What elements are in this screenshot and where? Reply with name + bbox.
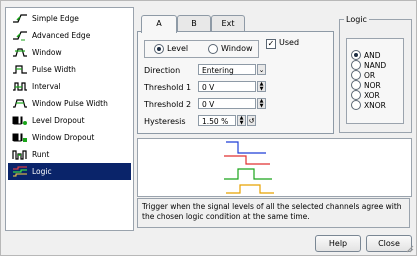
- mode-level-label: Level: [167, 44, 189, 53]
- trigger-item-interval[interactable]: Interval: [8, 78, 131, 95]
- trigger-item-label: Interval: [32, 82, 61, 91]
- waveform-preview: [137, 138, 412, 197]
- window-dropout-icon: [12, 133, 27, 142]
- trace-c: [224, 168, 272, 180]
- advanced-edge-icon: [13, 31, 27, 41]
- logic-option-or[interactable]: OR: [351, 70, 375, 80]
- direction-select[interactable]: Entering: [198, 64, 256, 75]
- reset-icon[interactable]: ↺: [247, 115, 256, 126]
- used-label: Used: [279, 38, 300, 47]
- tab-a[interactable]: A: [141, 15, 177, 33]
- trigger-item-runt[interactable]: Runt: [8, 146, 131, 163]
- hysteresis-value: 1.50 %: [202, 117, 229, 126]
- threshold1-value: 0 V: [202, 83, 215, 92]
- trigger-item-label: Level Dropout: [32, 116, 85, 125]
- threshold2-spinner[interactable]: ▲ ▼: [257, 98, 266, 109]
- trigger-item-label: Window: [32, 48, 62, 57]
- threshold1-input[interactable]: 0 V: [198, 81, 256, 92]
- mode-level-radio[interactable]: [154, 44, 164, 54]
- logic-option-nor[interactable]: NOR: [351, 80, 381, 90]
- logic-option-label: NAND: [364, 60, 387, 70]
- mode-window-radio[interactable]: [208, 44, 218, 54]
- trigger-item-label: Runt: [32, 150, 50, 159]
- pulse-width-icon: [13, 65, 27, 74]
- trigger-item-pulse-width[interactable]: Pulse Width: [8, 61, 131, 78]
- trigger-item-window-dropout[interactable]: Window Dropout: [8, 129, 131, 146]
- simple-edge-icon: [13, 14, 27, 23]
- window-icon: [13, 48, 27, 57]
- logic-option-label: NOR: [364, 80, 381, 90]
- threshold2-input[interactable]: 0 V: [198, 98, 256, 109]
- threshold1-spinner[interactable]: ▲ ▼: [257, 81, 266, 92]
- interval-icon: [13, 82, 27, 91]
- logic-option-and[interactable]: AND: [351, 50, 381, 60]
- trigger-item-simple-edge[interactable]: Simple Edge: [8, 10, 131, 27]
- logic-icon: [13, 166, 27, 177]
- logic-option-xor[interactable]: XOR: [351, 90, 380, 100]
- and-radio[interactable]: [351, 50, 361, 60]
- logic-option-nand[interactable]: NAND: [351, 60, 386, 70]
- used-checkbox[interactable]: ✓: [266, 39, 276, 49]
- xor-radio[interactable]: [351, 90, 361, 100]
- chevron-down-icon[interactable]: ⌄: [257, 64, 266, 75]
- window-pulse-width-icon: [13, 99, 27, 108]
- help-button[interactable]: Help: [315, 235, 361, 252]
- direction-label: Direction: [144, 66, 181, 75]
- trigger-dialog: Simple Edge Advanced Edge Window Pulse W…: [0, 0, 417, 256]
- hysteresis-label: Hysteresis: [144, 117, 186, 126]
- logic-option-label: XNOR: [364, 100, 386, 110]
- resize-grip-icon[interactable]: [406, 245, 414, 253]
- logic-option-label: OR: [364, 70, 376, 80]
- trigger-item-label: Pulse Width: [32, 65, 76, 74]
- runt-icon: [12, 150, 27, 160]
- trigger-item-window-pulse-width[interactable]: Window Pulse Width: [8, 95, 131, 112]
- trigger-item-label: Window Pulse Width: [32, 99, 108, 108]
- tab-ext[interactable]: Ext: [211, 15, 245, 32]
- logic-option-label: XOR: [364, 90, 380, 100]
- trigger-item-label: Window Dropout: [32, 133, 95, 142]
- level-dropout-icon: [12, 116, 27, 125]
- trace-b: [224, 155, 270, 165]
- mode-group: Level Window: [144, 40, 259, 58]
- trigger-item-level-dropout[interactable]: Level Dropout: [8, 112, 131, 129]
- description-text: Trigger when the signal levels of all th…: [137, 198, 410, 228]
- threshold2-value: 0 V: [202, 100, 215, 109]
- logic-option-label: AND: [364, 50, 381, 60]
- nor-radio[interactable]: [351, 80, 361, 90]
- trigger-type-list[interactable]: Simple Edge Advanced Edge Window Pulse W…: [5, 7, 134, 231]
- trigger-item-label: Advanced Edge: [32, 31, 91, 40]
- logic-option-xnor[interactable]: XNOR: [351, 100, 386, 110]
- threshold2-label: Threshold 2: [144, 100, 192, 109]
- nand-radio[interactable]: [351, 60, 361, 70]
- trigger-item-label: Simple Edge: [32, 14, 79, 23]
- logic-options: AND NAND OR NOR XOR XNOR: [346, 38, 404, 124]
- hysteresis-spinner[interactable]: ▲ ▼: [237, 115, 246, 126]
- direction-value: Entering: [202, 66, 234, 75]
- waveform-diagram: [224, 141, 274, 194]
- trigger-item-advanced-edge[interactable]: Advanced Edge: [8, 27, 131, 44]
- channel-a-panel: Level Window ✓ Used Direction Entering ⌄…: [137, 31, 334, 134]
- logic-title: Logic: [344, 15, 369, 24]
- trigger-item-label: Logic: [32, 167, 52, 176]
- trigger-item-window[interactable]: Window: [8, 44, 131, 61]
- tab-b[interactable]: B: [177, 15, 211, 32]
- or-radio[interactable]: [351, 70, 361, 80]
- mode-window-label: Window: [221, 44, 253, 53]
- trace-d: [226, 184, 274, 194]
- xnor-radio[interactable]: [351, 100, 361, 110]
- hysteresis-input[interactable]: 1.50 %: [198, 115, 236, 126]
- trace-a: [226, 141, 266, 154]
- trigger-item-logic[interactable]: Logic: [8, 163, 131, 180]
- threshold1-label: Threshold 1: [144, 83, 192, 92]
